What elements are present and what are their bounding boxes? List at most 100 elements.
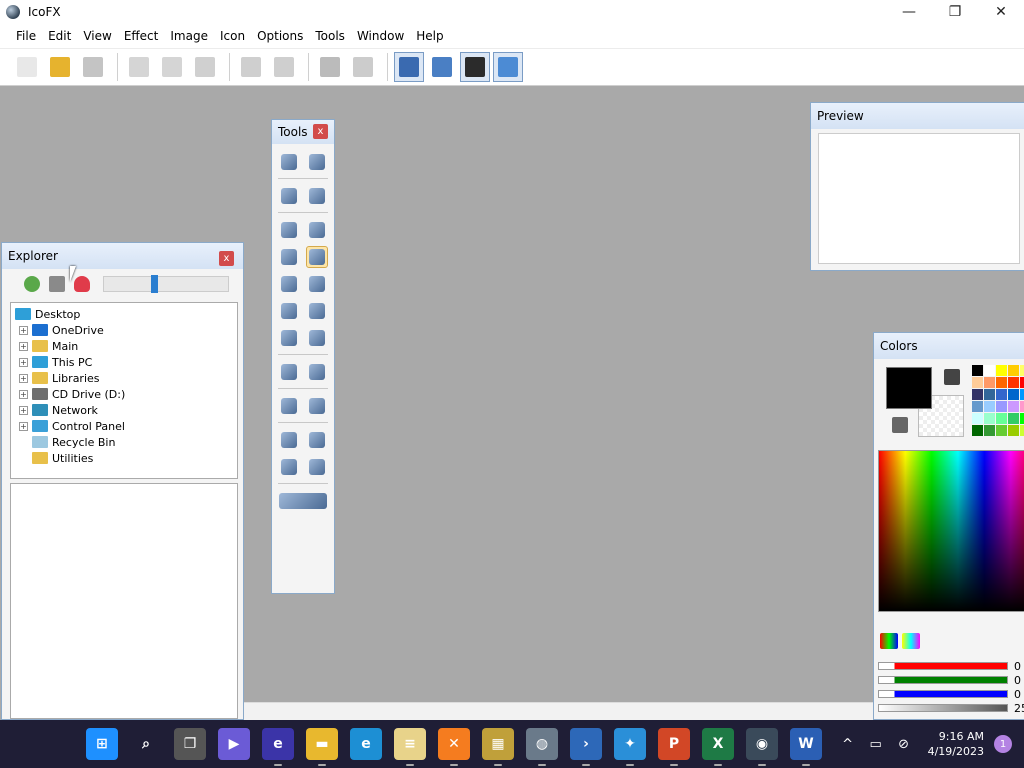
menu-tools[interactable]: Tools xyxy=(309,29,351,43)
tree-item-control-panel[interactable]: + Control Panel xyxy=(11,418,237,434)
palette-swatch[interactable] xyxy=(1008,425,1019,436)
open-button[interactable] xyxy=(45,52,75,82)
tools-panel-header[interactable]: Tools x xyxy=(272,120,334,144)
rename-icon[interactable] xyxy=(49,276,65,292)
fill-tool[interactable] xyxy=(278,219,300,241)
refresh-icon[interactable] xyxy=(24,276,40,292)
menu-view[interactable]: View xyxy=(77,29,117,43)
palette-swatch[interactable] xyxy=(1020,425,1024,436)
tree-expander[interactable]: + xyxy=(19,357,28,367)
rgb-mode-icon[interactable] xyxy=(880,633,898,649)
crop-tool[interactable] xyxy=(306,151,328,173)
palette-swatch[interactable] xyxy=(996,365,1007,376)
palette-swatch[interactable] xyxy=(984,425,995,436)
palette-swatch[interactable] xyxy=(996,401,1007,412)
word-icon[interactable]: W xyxy=(790,728,822,766)
palette-swatch[interactable] xyxy=(996,425,1007,436)
paste-button[interactable] xyxy=(190,52,220,82)
edge-icon[interactable]: e xyxy=(350,728,382,760)
rotate-left-tool[interactable] xyxy=(278,456,300,478)
palette-swatch[interactable] xyxy=(984,377,995,388)
menu-effect[interactable]: Effect xyxy=(118,29,165,43)
palette-swatch[interactable] xyxy=(984,365,995,376)
blue-slider[interactable] xyxy=(878,690,1008,698)
palette-swatch[interactable] xyxy=(996,413,1007,424)
palette-swatch[interactable] xyxy=(1020,413,1024,424)
app-gear-icon[interactable]: ✦ xyxy=(614,728,646,766)
eyedropper-icon[interactable] xyxy=(944,369,960,385)
save-button[interactable] xyxy=(78,52,108,82)
tree-item-desktop[interactable]: Desktop xyxy=(11,306,237,322)
tree-expander[interactable]: + xyxy=(19,341,28,351)
tree-item-main[interactable]: + Main xyxy=(11,338,237,354)
text-tool[interactable] xyxy=(278,185,300,207)
chevron-up-icon[interactable]: ^ xyxy=(840,736,856,752)
palette-swatch[interactable] xyxy=(972,425,983,436)
palette-swatch[interactable] xyxy=(984,401,995,412)
palette-swatch[interactable] xyxy=(1020,401,1024,412)
menu-window[interactable]: Window xyxy=(351,29,410,43)
volume-muted-icon[interactable]: ⊘ xyxy=(896,736,912,752)
zoom-view-button[interactable] xyxy=(493,52,523,82)
palette-swatch[interactable] xyxy=(1008,413,1019,424)
maximize-button[interactable]: ❐ xyxy=(932,0,978,24)
tools-panel-close-button[interactable]: x xyxy=(313,124,328,139)
swap-colors-icon[interactable] xyxy=(892,417,908,433)
green-slider[interactable] xyxy=(878,676,1008,684)
spray-tool[interactable] xyxy=(306,219,328,241)
view-planet-button[interactable] xyxy=(427,52,457,82)
palette-swatch[interactable] xyxy=(1020,377,1024,388)
tree-item-cd-drive-d[interactable]: + CD Drive (D:) xyxy=(11,386,237,402)
start-icon[interactable]: ⊞ xyxy=(86,728,118,760)
minimize-button[interactable]: — xyxy=(886,0,932,24)
pencil-tool[interactable] xyxy=(306,245,328,268)
primary-color-swatch[interactable] xyxy=(886,367,932,409)
shift-arrows-tool[interactable] xyxy=(278,490,328,512)
explorer-panel-close-button[interactable]: x xyxy=(219,251,234,266)
pattern-tool[interactable] xyxy=(278,327,300,349)
tree-expander[interactable]: + xyxy=(19,325,28,335)
rounded-rect-tool[interactable] xyxy=(278,300,300,322)
menu-icon[interactable]: Icon xyxy=(214,29,251,43)
app-e-icon[interactable]: e xyxy=(262,728,294,766)
menu-image[interactable]: Image xyxy=(164,29,214,43)
colors-panel-header[interactable]: Colors xyxy=(874,333,1024,359)
windows-button[interactable] xyxy=(315,52,345,82)
powerpoint-icon[interactable]: P xyxy=(658,728,690,766)
palette-swatch[interactable] xyxy=(996,389,1007,400)
menu-help[interactable]: Help xyxy=(410,29,449,43)
view-workspace-button[interactable] xyxy=(394,52,424,82)
preview-panel-header[interactable]: Preview xyxy=(811,103,1024,129)
redo-button[interactable] xyxy=(269,52,299,82)
menu-options[interactable]: Options xyxy=(251,29,309,43)
cut-button[interactable] xyxy=(124,52,154,82)
palette-swatch[interactable] xyxy=(1020,365,1024,376)
slider-thumb[interactable] xyxy=(150,275,158,293)
tree-item-this-pc[interactable]: + This PC xyxy=(11,354,237,370)
display-icon[interactable]: ▭ xyxy=(868,736,884,752)
gradient-tool[interactable] xyxy=(306,327,328,349)
color-spectrum[interactable] xyxy=(878,450,1024,612)
drop-tool[interactable] xyxy=(306,395,328,417)
tree-item-utilities[interactable]: Utilities xyxy=(11,450,237,466)
palette-swatch[interactable] xyxy=(1008,377,1019,388)
menu-file[interactable]: File xyxy=(10,29,42,43)
tree-item-onedrive[interactable]: + OneDrive xyxy=(11,322,237,338)
file-explorer-icon[interactable]: ▬ xyxy=(306,728,338,766)
thumbnail-size-slider[interactable] xyxy=(103,275,229,293)
close-button[interactable]: ✕ xyxy=(978,0,1024,24)
search-icon[interactable]: ⌕ xyxy=(130,728,162,760)
magnifier-tool[interactable] xyxy=(306,361,328,383)
view-grid-button[interactable] xyxy=(460,52,490,82)
brush-tool[interactable] xyxy=(278,246,300,268)
color-picker-tool[interactable] xyxy=(278,361,300,383)
icofx-icon[interactable]: ◉ xyxy=(746,728,778,766)
palette-swatch[interactable] xyxy=(972,413,983,424)
funnel-tool[interactable] xyxy=(278,395,300,417)
task-view-icon[interactable]: ❐ xyxy=(174,728,206,760)
meet-icon[interactable]: ▶ xyxy=(218,728,250,760)
xampp-icon[interactable]: ✕ xyxy=(438,728,470,766)
palette-swatch[interactable] xyxy=(1008,365,1019,376)
select-tool[interactable] xyxy=(278,151,300,173)
palette-swatch[interactable] xyxy=(972,377,983,388)
